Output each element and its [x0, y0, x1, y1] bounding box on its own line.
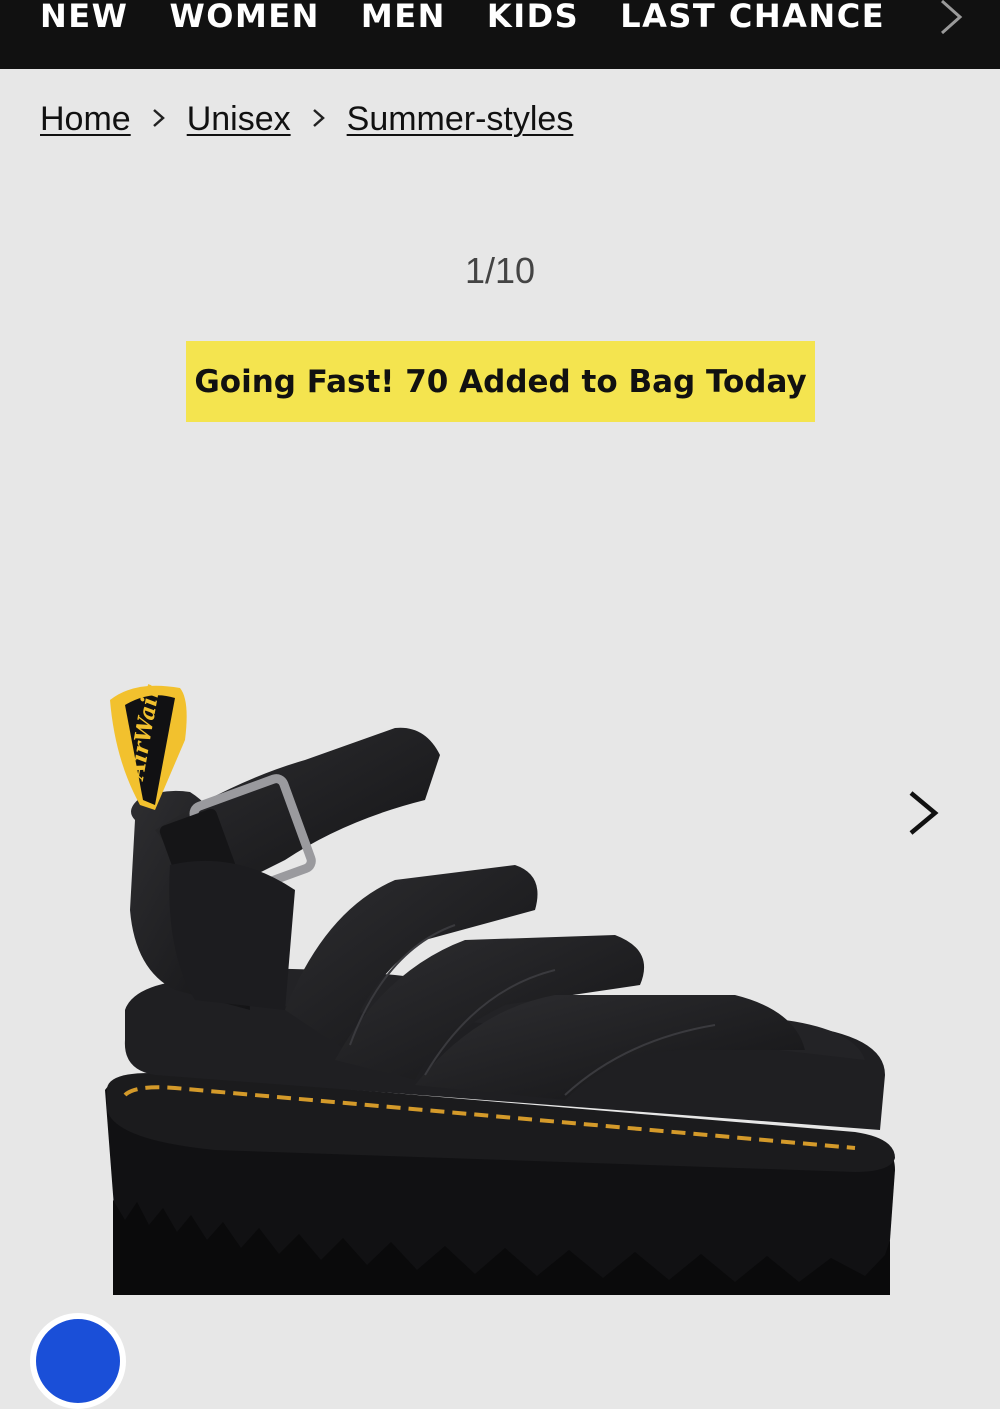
breadcrumb: Home Unisex Summer-styles — [40, 100, 573, 139]
nav-item-men[interactable]: MEN — [361, 0, 446, 36]
nav-item-kids[interactable]: KIDS — [487, 0, 579, 36]
chat-widget-button[interactable] — [30, 1313, 126, 1409]
chevron-right-icon — [941, 0, 963, 35]
gallery-next-button[interactable] — [895, 785, 951, 841]
gallery-counter: 1/10 — [464, 250, 536, 291]
product-image[interactable]: AirWair — [95, 680, 915, 1333]
nav-scroll-right-button[interactable] — [930, 0, 970, 37]
nav-menu: NEW WOMEN MEN KIDS LAST CHANCE — [40, 0, 885, 36]
breadcrumb-link-home[interactable]: Home — [40, 100, 131, 139]
popularity-badge-text: Going Fast! 70 Added to Bag Today — [194, 363, 807, 400]
breadcrumb-separator — [291, 103, 347, 137]
breadcrumb-link-unisex[interactable]: Unisex — [187, 100, 291, 139]
chevron-right-icon — [909, 791, 939, 835]
popularity-badge: Going Fast! 70 Added to Bag Today — [186, 341, 815, 422]
breadcrumb-link-summer-styles[interactable]: Summer-styles — [347, 100, 574, 139]
nav-item-women[interactable]: WOMEN — [169, 0, 319, 36]
breadcrumb-separator — [131, 103, 187, 137]
top-navigation: NEW WOMEN MEN KIDS LAST CHANCE — [0, 0, 1000, 69]
chevron-right-icon — [152, 108, 165, 127]
nav-item-last-chance[interactable]: LAST CHANCE — [620, 0, 885, 36]
chevron-right-icon — [312, 108, 325, 127]
nav-item-new[interactable]: NEW — [40, 0, 128, 36]
sandal-product-image: AirWair — [105, 683, 895, 1295]
